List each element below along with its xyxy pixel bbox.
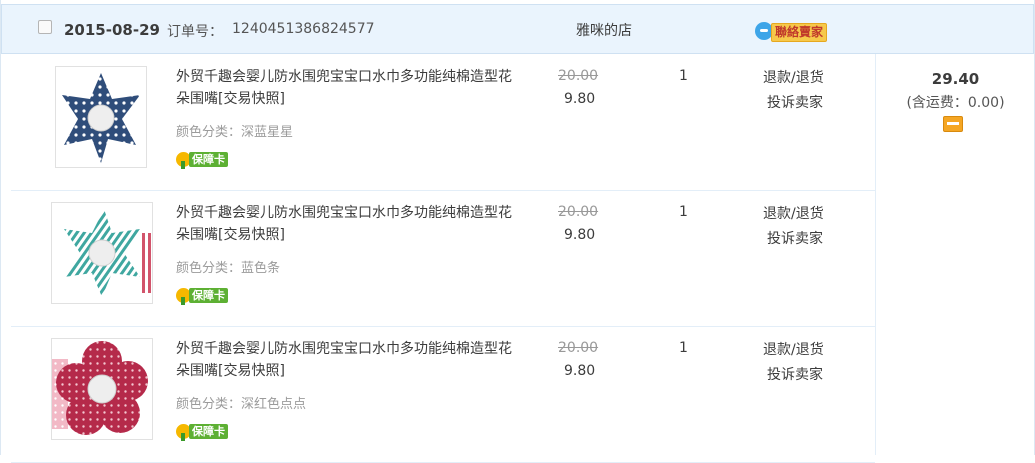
guarantee-label: 保障卡: [189, 152, 228, 167]
order-total-column: 29.40 (含运费：0.00): [875, 54, 1035, 455]
complain-seller-link[interactable]: 投诉卖家: [767, 92, 823, 112]
unit-price: 9.80: [564, 91, 596, 107]
product-thumbnail[interactable]: [51, 338, 153, 440]
order-select-checkbox[interactable]: [38, 20, 52, 34]
guarantee-card-badge[interactable]: 保障卡: [176, 151, 240, 169]
guarantee-card-badge[interactable]: 保障卡: [176, 287, 240, 305]
product-title-link[interactable]: 外贸千趣会婴儿防水围兜宝宝口水巾多功能纯棉造型花朵围嘴[交易快照]: [176, 338, 521, 382]
product-sku: 颜色分类：深红色点点: [176, 393, 306, 412]
order-header: 2015-08-29 订单号： 1240451386824577 雅咪的店 聯絡…: [1, 4, 1034, 54]
order-item-row: 外贸千趣会婴儿防水围兜宝宝口水巾多功能纯棉造型花朵围嘴[交易快照] 颜色分类：深…: [11, 326, 875, 463]
refund-link[interactable]: 退款/退货: [763, 339, 824, 359]
item-quantity: 1: [679, 204, 688, 220]
contact-seller-button[interactable]: 聯絡賣家: [755, 21, 841, 42]
order-card: 2015-08-29 订单号： 1240451386824577 雅咪的店 聯絡…: [0, 0, 1035, 463]
item-quantity: 1: [679, 340, 688, 356]
product-thumbnail[interactable]: [55, 66, 147, 168]
guarantee-card-badge[interactable]: 保障卡: [176, 423, 240, 441]
sku-label: 颜色分类：: [176, 397, 242, 412]
item-quantity: 1: [679, 68, 688, 84]
contact-seller-label: 聯絡賣家: [771, 23, 828, 42]
sku-value: 蓝色条: [241, 261, 281, 276]
product-sku: 颜色分类：蓝色条: [176, 257, 280, 276]
product-title-link[interactable]: 外贸千趣会婴儿防水围兜宝宝口水巾多功能纯棉造型花朵围嘴[交易快照]: [176, 66, 521, 110]
refund-link[interactable]: 退款/退货: [763, 203, 824, 223]
order-total: 29.40: [931, 70, 980, 88]
unit-price: 9.80: [564, 363, 596, 379]
order-number-label: 订单号：: [167, 24, 223, 40]
sku-label: 颜色分类：: [176, 125, 242, 140]
sku-value: 深红色点点: [241, 397, 307, 412]
product-sku: 颜色分类：深蓝星星: [176, 121, 293, 140]
shop-name-link[interactable]: 雅咪的店: [576, 20, 632, 40]
refund-link[interactable]: 退款/退货: [763, 67, 824, 87]
order-number: 1240451386824577: [232, 21, 375, 37]
guarantee-label: 保障卡: [189, 288, 228, 303]
original-price: 20.00: [558, 204, 599, 220]
order-item-row: 外贸千趣会婴儿防水围兜宝宝口水巾多功能纯棉造型花朵围嘴[交易快照] 颜色分类：深…: [11, 54, 875, 191]
complain-seller-link[interactable]: 投诉卖家: [767, 228, 823, 248]
sku-label: 颜色分类：: [176, 261, 242, 276]
complain-seller-link[interactable]: 投诉卖家: [767, 364, 823, 384]
product-thumbnail[interactable]: [51, 202, 153, 304]
product-title-link[interactable]: 外贸千趣会婴儿防水围兜宝宝口水巾多功能纯棉造型花朵围嘴[交易快照]: [176, 202, 521, 246]
original-price: 20.00: [558, 340, 599, 356]
unit-price: 9.80: [564, 227, 596, 243]
card-icon[interactable]: [943, 116, 963, 132]
sku-value: 深蓝星星: [241, 125, 294, 140]
guarantee-label: 保障卡: [189, 424, 228, 439]
original-price: 20.00: [558, 68, 599, 84]
order-date: 2015-08-29: [64, 21, 160, 39]
order-item-row: 外贸千趣会婴儿防水围兜宝宝口水巾多功能纯棉造型花朵围嘴[交易快照] 颜色分类：蓝…: [11, 190, 875, 327]
shipping-fee: (含运费：0.00): [906, 95, 1005, 111]
